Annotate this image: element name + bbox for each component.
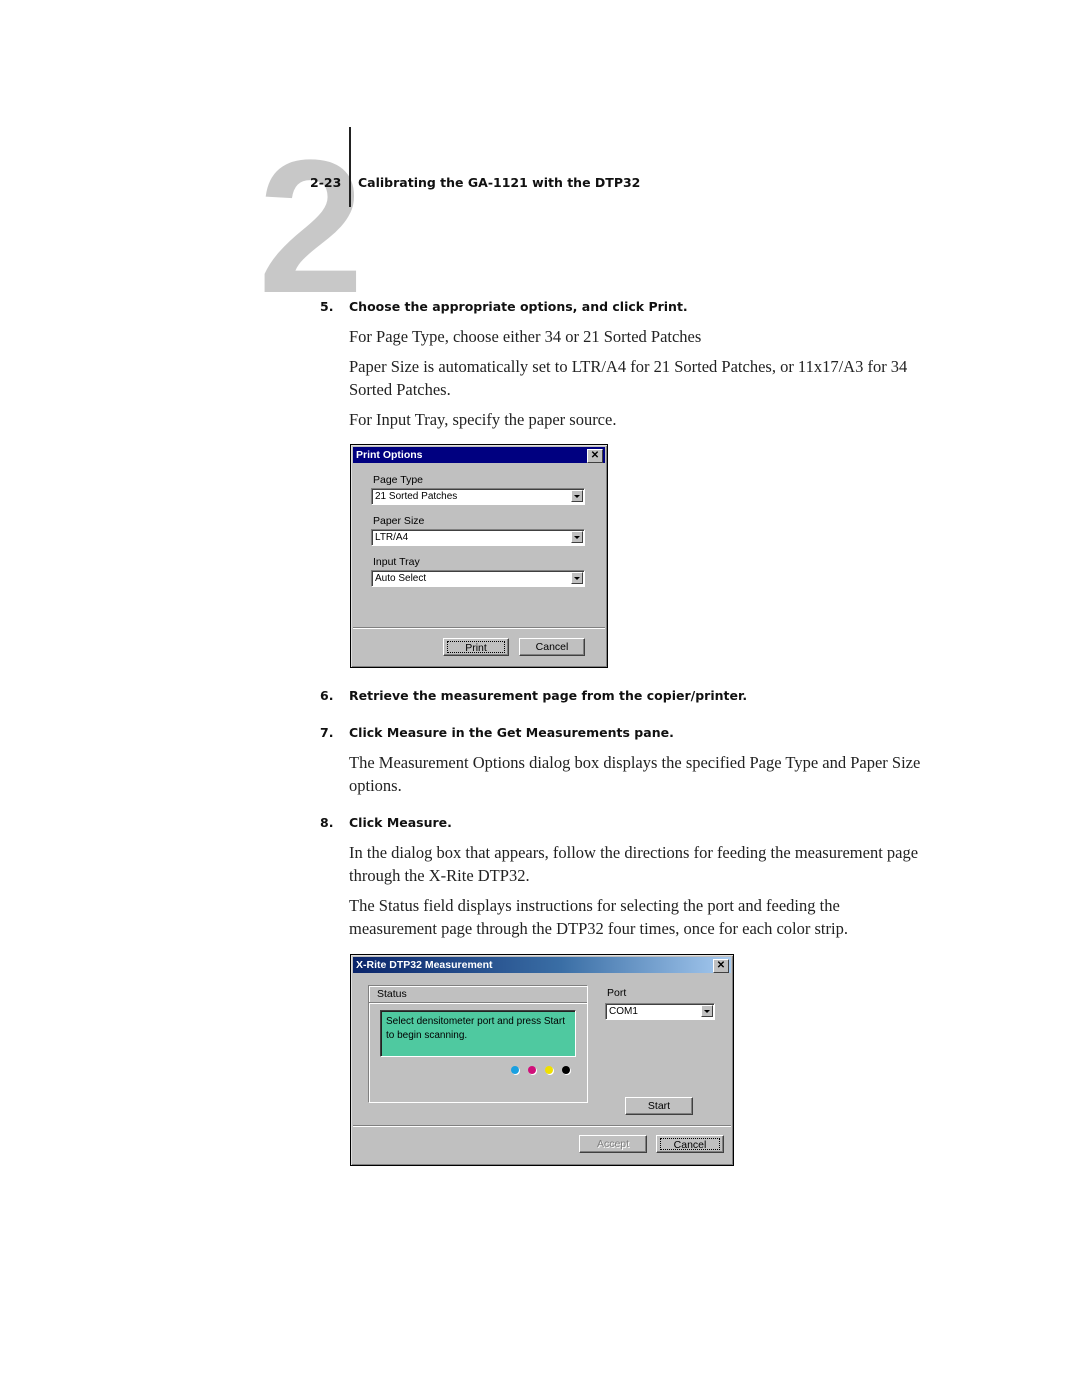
- step-number: 5.: [320, 299, 334, 314]
- dtp32-measurement-dialog: X-Rite DTP32 Measurement ✕ Status Select…: [350, 954, 734, 1166]
- step-number: 8.: [320, 815, 334, 830]
- header-divider: [349, 127, 351, 207]
- input-tray-select[interactable]: Auto Select: [371, 570, 585, 587]
- status-group: Status Select densitometer port and pres…: [368, 985, 588, 1103]
- accept-button[interactable]: Accept: [579, 1135, 647, 1153]
- dialog-titlebar: Print Options ✕: [353, 447, 605, 463]
- chevron-down-icon[interactable]: [571, 572, 583, 584]
- print-button-label: Print: [447, 641, 505, 654]
- input-tray-label: Input Tray: [373, 556, 420, 568]
- dialog-title: Print Options: [356, 449, 423, 461]
- paragraph-input-tray: For Input Tray, specify the paper source…: [349, 410, 617, 429]
- running-title: Calibrating the GA-1121 with the DTP32: [358, 175, 641, 190]
- close-icon[interactable]: ✕: [713, 959, 729, 973]
- dialog-separator: [353, 627, 605, 629]
- start-button[interactable]: Start: [625, 1097, 693, 1115]
- dialog-title: X-Rite DTP32 Measurement: [356, 959, 493, 971]
- step-7: 7. Click Measure in the Get Measurements …: [320, 725, 674, 740]
- paper-size-select[interactable]: LTR/A4: [371, 529, 585, 546]
- cyan-dot-icon: [511, 1066, 519, 1074]
- input-tray-value: Auto Select: [375, 573, 427, 584]
- dialog-separator: [353, 1125, 731, 1127]
- status-message: Select densitometer port and press Start…: [380, 1010, 576, 1057]
- close-icon[interactable]: ✕: [587, 449, 603, 463]
- cancel-button-label: Cancel: [535, 641, 569, 653]
- cancel-button[interactable]: Cancel: [519, 638, 585, 656]
- paragraph-dialog-directions: In the dialog box that appears, follow t…: [349, 843, 919, 885]
- step-number: 6.: [320, 688, 334, 703]
- step-text: Click Measure in the Get Measurements pa…: [349, 725, 674, 740]
- port-value: COM1: [609, 1006, 638, 1017]
- page-type-select[interactable]: 21 Sorted Patches: [371, 488, 585, 505]
- paragraph-page-type: For Page Type, choose either 34 or 21 So…: [349, 327, 702, 346]
- step-text: Retrieve the measurement page from the c…: [349, 688, 748, 703]
- step-8: 8. Click Measure.: [320, 815, 452, 830]
- paragraph-measurement-options: The Measurement Options dialog box displ…: [349, 753, 921, 795]
- black-dot-icon: [562, 1066, 570, 1074]
- paper-size-label: Paper Size: [373, 515, 425, 527]
- chevron-down-icon[interactable]: [701, 1005, 713, 1017]
- page-type-value: 21 Sorted Patches: [375, 491, 458, 502]
- chevron-down-icon[interactable]: [571, 490, 583, 502]
- chevron-down-icon[interactable]: [571, 531, 583, 543]
- paragraph-paper-size: Paper Size is automatically set to LTR/A…: [349, 357, 908, 399]
- dialog-titlebar: X-Rite DTP32 Measurement ✕: [353, 957, 731, 973]
- paragraph-status-field: The Status field displays instructions f…: [349, 896, 848, 938]
- print-button[interactable]: Print: [443, 638, 509, 656]
- start-button-label: Start: [647, 1100, 671, 1112]
- status-label: Status: [377, 988, 407, 1000]
- cancel-button[interactable]: Cancel: [656, 1135, 724, 1153]
- accept-button-label: Accept: [596, 1138, 630, 1150]
- step-5: 5. Choose the appropriate options, and cl…: [320, 299, 688, 314]
- cancel-button-label: Cancel: [660, 1138, 720, 1151]
- port-label: Port: [607, 987, 627, 999]
- yellow-dot-icon: [545, 1066, 553, 1074]
- page-type-label: Page Type: [373, 474, 424, 486]
- step-text: Choose the appropriate options, and clic…: [349, 299, 688, 314]
- status-header: Status: [369, 986, 587, 1003]
- chapter-number: 2: [258, 121, 364, 333]
- magenta-dot-icon: [528, 1066, 536, 1074]
- paper-size-value: LTR/A4: [375, 532, 409, 543]
- port-select[interactable]: COM1: [605, 1003, 715, 1020]
- step-text: Click Measure.: [349, 815, 452, 830]
- step-6: 6. Retrieve the measurement page from the…: [320, 688, 747, 703]
- step-number: 7.: [320, 725, 334, 740]
- page-reference: 2-23: [310, 175, 342, 190]
- print-options-dialog: Print Options ✕ Page Type 21 Sorted Patc…: [350, 444, 608, 668]
